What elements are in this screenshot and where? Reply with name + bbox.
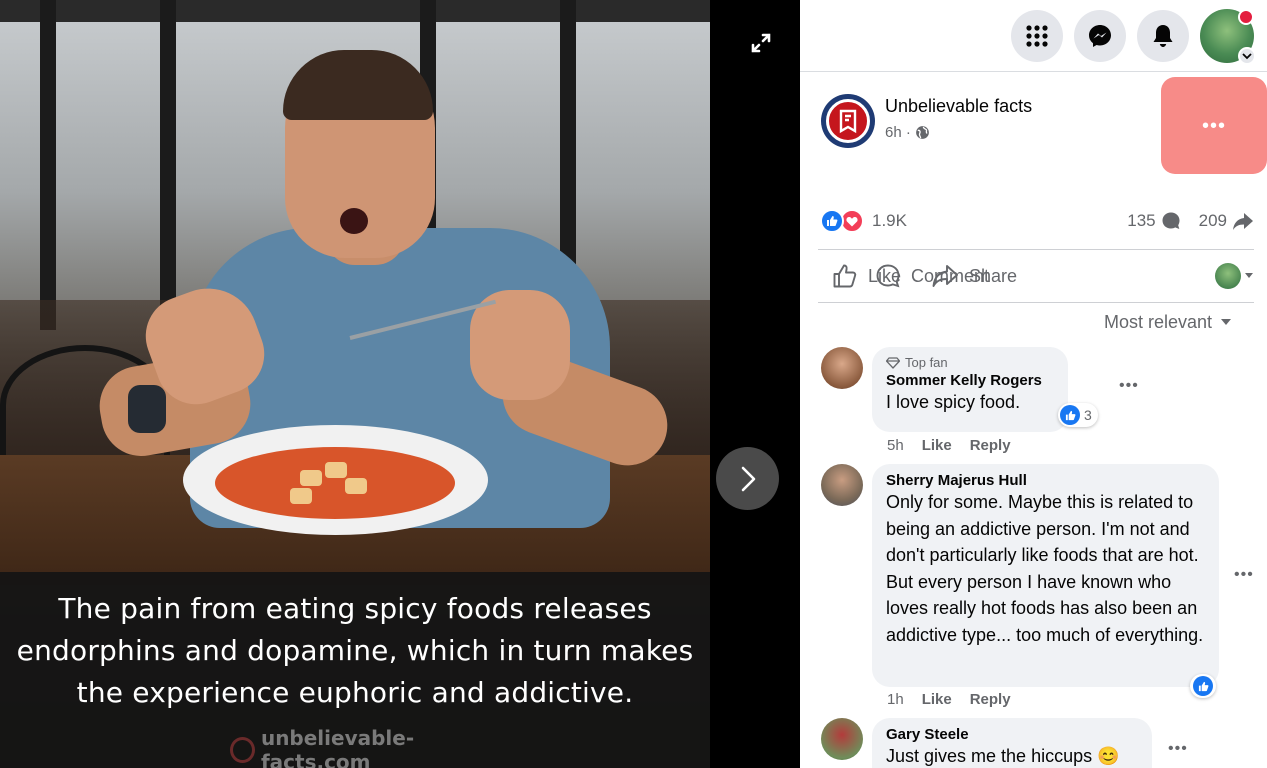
photo-crouton <box>290 488 312 504</box>
shares-count: 209 <box>1198 211 1227 230</box>
fullscreen-button[interactable] <box>746 28 776 58</box>
like-reaction-icon <box>1060 405 1080 425</box>
comment-reaction-count: 3 <box>1084 407 1092 423</box>
comment-text: I love spicy food. <box>886 392 1021 412</box>
photo-background-beam <box>0 0 710 22</box>
like-reaction-icon <box>1193 676 1213 696</box>
comment-actions: 5h Like Reply <box>887 437 1011 454</box>
post-meta: 6h · <box>885 124 930 141</box>
photo-crouton <box>345 478 367 494</box>
commenter-avatar[interactable] <box>821 347 863 389</box>
comment-icon <box>876 264 900 288</box>
comment-reply-button[interactable]: Reply <box>970 691 1011 708</box>
badge-label: Top fan <box>905 355 948 370</box>
photo-crouton <box>325 462 347 478</box>
menu-button[interactable] <box>1011 10 1063 62</box>
comment-time[interactable]: 5h <box>887 437 904 454</box>
comment-button[interactable]: Comment <box>875 256 989 296</box>
watermark-logo-icon <box>230 737 255 763</box>
chevron-right-icon <box>741 466 755 491</box>
reactions-count[interactable]: 1.9K <box>872 211 907 231</box>
messenger-icon <box>1089 25 1111 47</box>
top-fan-badge: Top fan <box>886 355 1054 370</box>
react-as-selector[interactable] <box>1215 256 1254 296</box>
photo-window-frame <box>40 0 56 330</box>
post-stats: 135 209 <box>1127 211 1254 231</box>
post-header: Unbelievable facts 6h · ••• <box>800 72 1267 182</box>
messenger-button[interactable] <box>1074 10 1126 62</box>
notifications-button[interactable] <box>1137 10 1189 62</box>
comment-more-button[interactable]: ••• <box>1168 740 1188 758</box>
reaction-icons[interactable] <box>820 209 864 233</box>
photo-window-frame <box>160 0 176 330</box>
comment-bubble: Gary Steele Just gives me the hiccups 😊 <box>872 718 1152 768</box>
comment-bubble: Top fan Sommer Kelly Rogers I love spicy… <box>872 347 1068 432</box>
comment-actions: 1h Like Reply <box>887 691 1011 708</box>
photo-person-mouth <box>340 208 368 234</box>
like-reaction-icon <box>820 209 844 233</box>
comment-item: Gary Steele Just gives me the hiccups 😊 … <box>821 718 1261 768</box>
comment-text: Only for some. Maybe this is related to … <box>886 492 1204 645</box>
chevron-down-icon <box>1238 47 1256 65</box>
post-time[interactable]: 6h · <box>885 124 911 141</box>
expand-icon <box>751 33 771 53</box>
comment-item: Top fan Sommer Kelly Rogers I love spicy… <box>821 347 1251 457</box>
comment-text: Just gives me the hiccups 😊 <box>886 746 1120 766</box>
comments-count: 135 <box>1127 211 1156 230</box>
comment-like-button[interactable]: Like <box>922 437 952 454</box>
watermark-text: unbelievable-facts.com <box>260 726 415 768</box>
grid-menu-icon <box>1026 25 1048 47</box>
page-name[interactable]: Unbelievable facts <box>885 96 1032 117</box>
page-logo-icon <box>826 99 870 143</box>
diamond-icon <box>886 356 900 369</box>
globe-icon <box>915 126 929 139</box>
comment-author[interactable]: Sherry Majerus Hull <box>886 472 1205 489</box>
commenter-avatar[interactable] <box>821 464 863 506</box>
photo-person-hair <box>283 50 433 120</box>
photo-crouton <box>300 470 322 486</box>
comment-author[interactable]: Sommer Kelly Rogers <box>886 372 1054 389</box>
comment-bubble: Sherry Majerus Hull Only for some. Maybe… <box>872 464 1219 687</box>
comments-count-stat[interactable]: 135 <box>1127 211 1180 231</box>
photo-caption: The pain from eating spicy foods release… <box>16 592 694 709</box>
comment-label: Comment <box>911 265 990 286</box>
bell-icon <box>1153 25 1173 47</box>
comment-reply-button[interactable]: Reply <box>970 437 1011 454</box>
reactions-summary: 1.9K 135 209 <box>820 203 1254 239</box>
comment-more-button[interactable]: ••• <box>1119 377 1139 395</box>
photo-watermark: unbelievable-facts.com <box>230 726 510 768</box>
page-avatar[interactable] <box>821 94 875 148</box>
photo-person-hand <box>470 290 570 400</box>
photo-soup <box>215 447 455 519</box>
share-arrow-icon <box>1233 213 1253 230</box>
comment-more-button[interactable]: ••• <box>1234 566 1254 584</box>
comment-reactions[interactable]: 3 <box>1058 403 1098 427</box>
post-more-button[interactable]: ••• <box>1161 77 1267 174</box>
next-photo-button[interactable] <box>716 447 779 510</box>
post-photo[interactable]: The pain from eating spicy foods release… <box>0 0 710 768</box>
comment-bubble-icon <box>1162 212 1180 229</box>
post-actions: Like Comment Share <box>818 249 1254 303</box>
photo-watch <box>128 385 166 433</box>
comment-item: Sherry Majerus Hull Only for some. Maybe… <box>821 464 1261 714</box>
caret-down-icon <box>1221 319 1232 325</box>
thumbs-up-icon <box>833 264 857 288</box>
user-avatar <box>1215 263 1241 289</box>
notification-dot <box>1238 9 1254 25</box>
account-avatar[interactable] <box>1200 9 1256 65</box>
comment-sort-dropdown[interactable]: Most relevant <box>1104 309 1232 335</box>
comment-author[interactable]: Gary Steele <box>886 726 1138 743</box>
photo-viewer: The pain from eating spicy foods release… <box>0 0 800 768</box>
more-dots-icon: ••• <box>1201 114 1226 137</box>
comment-time[interactable]: 1h <box>887 691 904 708</box>
caret-down-icon <box>1245 273 1253 278</box>
post-panel: Unbelievable facts 6h · ••• 1.9K 135 209… <box>800 0 1267 768</box>
comment-reactions[interactable] <box>1190 674 1216 698</box>
top-bar <box>800 0 1267 72</box>
shares-count-stat[interactable]: 209 <box>1199 211 1254 231</box>
comment-like-button[interactable]: Like <box>922 691 952 708</box>
sort-label: Most relevant <box>1104 311 1213 332</box>
commenter-avatar[interactable] <box>821 718 863 760</box>
